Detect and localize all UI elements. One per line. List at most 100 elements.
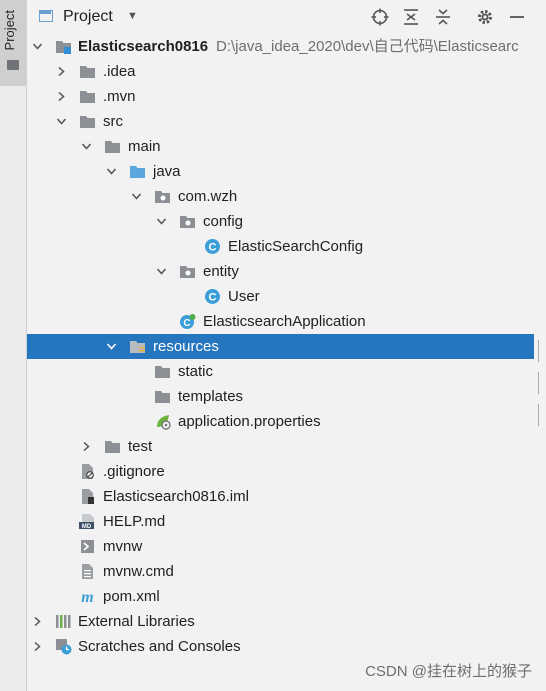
tree-node-external-libraries[interactable]: External Libraries xyxy=(27,609,534,634)
tree-node-mvnw-cmd[interactable]: mvnw.cmd xyxy=(27,559,534,584)
tree-node-label: java xyxy=(153,163,181,180)
chevron-right-icon[interactable] xyxy=(57,67,66,76)
project-view-icon xyxy=(39,10,53,22)
chevron-down-icon[interactable] xyxy=(132,192,141,201)
folder-icon xyxy=(154,363,171,380)
tree-node-label: .mvn xyxy=(103,88,136,105)
tree-node-config-class[interactable]: ElasticSearchConfig xyxy=(27,234,534,259)
tree-node-label: static xyxy=(178,363,214,380)
tree-node-label: User xyxy=(228,288,260,305)
tree-node-label: config xyxy=(203,213,244,230)
tree-node-iml[interactable]: Elasticsearch0816.iml xyxy=(27,484,534,509)
tree-node-root[interactable]: Elasticsearch0816 D:\java_idea_2020\dev\… xyxy=(27,34,534,59)
markdown-file-icon xyxy=(79,513,96,530)
chevron-down-icon[interactable] xyxy=(57,117,66,126)
settings-button[interactable] xyxy=(473,5,497,29)
minimize-icon xyxy=(510,16,524,18)
package-icon xyxy=(154,188,171,205)
chevron-down-icon[interactable] xyxy=(157,217,166,226)
class-icon xyxy=(204,238,221,255)
chevron-down-icon[interactable] xyxy=(107,342,116,351)
collapse-all-button[interactable] xyxy=(431,5,455,29)
tree-node-templates[interactable]: templates xyxy=(27,384,534,409)
folder-icon xyxy=(104,438,121,455)
collapse-all-icon xyxy=(436,9,450,25)
tree-node-label: ElasticsearchApplication xyxy=(203,313,366,330)
project-panel-header: Project ▼ xyxy=(27,0,546,34)
tree-node-label: com.wzh xyxy=(178,188,238,205)
resources-folder-icon xyxy=(129,338,146,355)
chevron-right-icon[interactable] xyxy=(82,442,91,451)
tree-node-java[interactable]: java xyxy=(27,159,534,184)
tree-node-entity[interactable]: entity xyxy=(27,259,534,284)
tree-node-test[interactable]: test xyxy=(27,434,534,459)
chevron-down-icon[interactable] xyxy=(107,167,116,176)
maven-icon xyxy=(79,588,96,605)
chevron-right-icon[interactable] xyxy=(33,617,42,626)
text-file-icon xyxy=(79,563,96,580)
tree-node-label: .gitignore xyxy=(103,463,165,480)
tree-node-mvn[interactable]: .mvn xyxy=(27,84,534,109)
gitignore-file-icon xyxy=(79,463,96,480)
tree-node-label: resources xyxy=(153,338,219,355)
root-module-path: D:\java_idea_2020\dev\自己代码\Elasticsearc xyxy=(216,38,519,55)
chevron-down-icon[interactable]: ▼ xyxy=(127,10,138,22)
iml-file-icon xyxy=(79,488,96,505)
module-icon xyxy=(55,38,72,55)
tree-node-label: Scratches and Consoles xyxy=(78,638,241,655)
chevron-down-icon[interactable] xyxy=(82,142,91,151)
tree-node-mvnw[interactable]: mvnw xyxy=(27,534,534,559)
tree-node-label: HELP.md xyxy=(103,513,166,530)
tree-node-static[interactable]: static xyxy=(27,359,534,384)
project-tab-label: Project xyxy=(2,10,17,51)
shell-script-icon xyxy=(79,538,96,555)
tree-node-pom[interactable]: pom.xml xyxy=(27,584,534,609)
tree-node-label: src xyxy=(103,113,123,130)
tree-node-label: test xyxy=(128,438,153,455)
chevron-right-icon[interactable] xyxy=(57,92,66,101)
spring-boot-class-icon xyxy=(179,313,196,330)
tree-node-package[interactable]: com.wzh xyxy=(27,184,534,209)
tree-node-label: mvnw.cmd xyxy=(103,563,174,580)
tree-node-label: application.properties xyxy=(178,413,321,430)
tree-node-label: External Libraries xyxy=(78,613,195,630)
tree-node-help[interactable]: HELP.md xyxy=(27,509,534,534)
chevron-down-icon[interactable] xyxy=(33,42,42,51)
folder-icon xyxy=(7,60,19,70)
folder-icon xyxy=(79,88,96,105)
tree-node-gitignore[interactable]: .gitignore xyxy=(27,459,534,484)
tree-node-app-class[interactable]: ElasticsearchApplication xyxy=(27,309,534,334)
folder-icon xyxy=(104,138,121,155)
tree-node-resources[interactable]: resources xyxy=(27,334,534,359)
folder-icon xyxy=(79,63,96,80)
tree-node-scratches[interactable]: Scratches and Consoles xyxy=(27,634,534,659)
root-module-name: Elasticsearch0816 xyxy=(78,38,209,55)
crosshair-icon xyxy=(371,8,389,26)
project-tree: Elasticsearch0816 D:\java_idea_2020\dev\… xyxy=(27,34,534,659)
tree-node-label: main xyxy=(128,138,161,155)
tree-node-idea[interactable]: .idea xyxy=(27,59,534,84)
expand-all-icon xyxy=(404,9,418,25)
tree-node-config[interactable]: config xyxy=(27,209,534,234)
tree-node-label: Elasticsearch0816.iml xyxy=(103,488,249,505)
scratches-icon xyxy=(55,638,72,655)
tree-node-app-props[interactable]: application.properties xyxy=(27,409,534,434)
tool-window-strip: Project xyxy=(0,0,27,691)
expand-all-button[interactable] xyxy=(399,5,423,29)
libraries-icon xyxy=(55,613,72,630)
project-tool-tab[interactable]: Project xyxy=(0,0,26,86)
tree-node-label: templates xyxy=(178,388,244,405)
hide-panel-button[interactable] xyxy=(505,5,529,29)
gear-icon xyxy=(478,10,492,24)
spring-properties-icon xyxy=(154,413,171,430)
project-view-selector[interactable]: Project xyxy=(63,8,113,26)
tree-node-label: mvnw xyxy=(103,538,143,555)
tree-node-label: entity xyxy=(203,263,239,280)
tree-node-label: .idea xyxy=(103,63,136,80)
chevron-down-icon[interactable] xyxy=(157,267,166,276)
chevron-right-icon[interactable] xyxy=(33,642,42,651)
tree-node-main[interactable]: main xyxy=(27,134,534,159)
tree-node-src[interactable]: src xyxy=(27,109,534,134)
locate-file-button[interactable] xyxy=(368,5,392,29)
tree-node-entity-class[interactable]: User xyxy=(27,284,534,309)
